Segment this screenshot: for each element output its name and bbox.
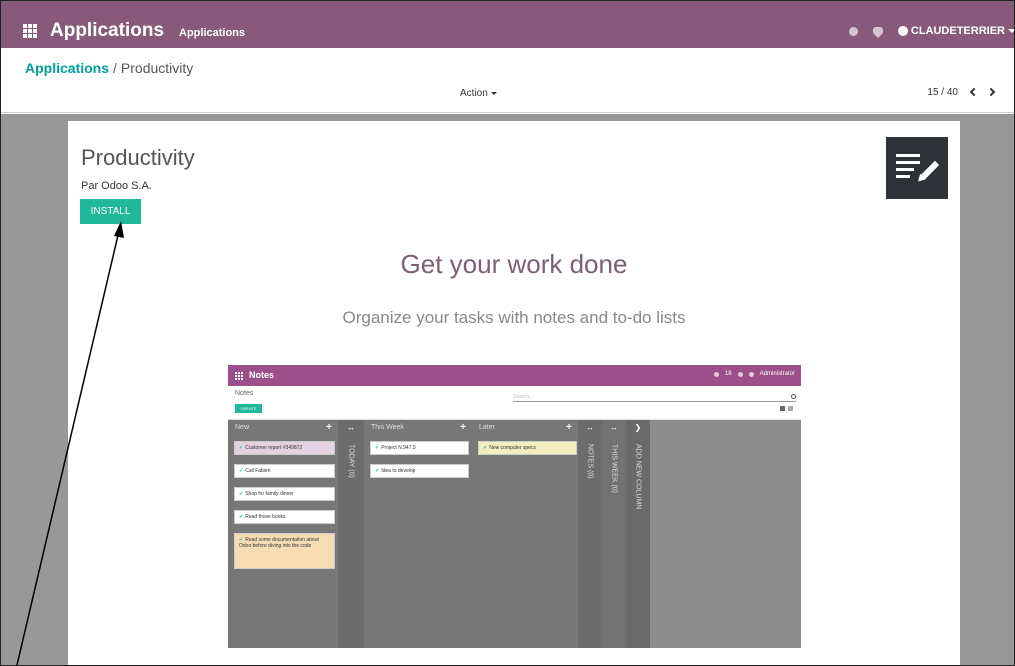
search-icon <box>791 394 796 399</box>
kanban-column-folded: ↔ NOTES (0) <box>578 420 602 648</box>
app-title[interactable]: Applications <box>50 20 164 42</box>
action-dropdown[interactable]: Action <box>460 88 497 99</box>
kanban-card: ✔ New computer specs <box>478 441 577 455</box>
column-title: This Week <box>371 424 404 431</box>
breadcrumb-current: Productivity <box>120 60 194 76</box>
pager-previous-button[interactable] <box>967 86 979 98</box>
module-subheadline: Organize your tasks with notes and to-do… <box>342 308 686 327</box>
kanban-column-new: New + ✔ Customer report #349872 ✔ Call Fab… <box>228 420 338 648</box>
control-panel: Applications / Productivity Action 15 / 40 <box>1 48 1014 113</box>
column-title: THIS WEEK (0) <box>610 444 618 494</box>
expand-arrows-icon: ↔ <box>586 423 594 432</box>
caret-down-icon <box>490 92 497 95</box>
preview-view-switcher <box>780 406 793 411</box>
module-sheet: Productivity Par Odoo S.A. INSTALL Get y… <box>68 121 960 665</box>
module-name: Productivity <box>81 145 195 170</box>
menu-item-applications[interactable]: Applications <box>179 27 245 39</box>
column-title: ADD NEW COLUMN <box>634 444 642 510</box>
systray: CLAUDETERRIER <box>848 20 1014 42</box>
pager-next-button[interactable] <box>986 86 998 98</box>
kanban-column-later: Later + ✔ New computer specs <box>472 420 578 648</box>
preview-navbar: Notes 18 Administrator <box>228 365 801 386</box>
expand-arrows-icon: ↔ <box>347 423 355 432</box>
kanban-card: ✔ Project N.947.5 <box>370 441 469 455</box>
app-window: Applications Applications CLAUDETERRIER … <box>0 0 1015 666</box>
user-avatar[interactable] <box>897 26 908 36</box>
chat-icon[interactable] <box>872 27 883 38</box>
plus-icon: + <box>326 422 332 433</box>
kanban-add-column: ❯ ADD NEW COLUMN <box>626 420 650 648</box>
module-headline: Get your work done <box>400 249 628 279</box>
breadcrumb-applications[interactable]: Applications <box>25 60 109 76</box>
list-view-icon <box>788 406 793 411</box>
preview-breadcrumb: Notes <box>235 390 254 397</box>
chat-icon <box>737 371 743 377</box>
install-button[interactable]: INSTALL <box>80 199 141 224</box>
notes-pencil-icon <box>886 137 948 199</box>
column-title: Later <box>479 424 495 431</box>
kanban-card: ✔ Customer report #349872 <box>234 441 335 455</box>
caret-down-icon[interactable] <box>1008 29 1014 33</box>
kanban-view-icon <box>780 406 785 411</box>
preview-systray: 18 Administrator <box>713 371 795 377</box>
kanban-column-folded: ↔ TODAY (0) <box>338 420 364 648</box>
breadcrumb-separator: / <box>113 60 117 76</box>
preview-control-panel: Notes CREATE Search... <box>228 386 801 420</box>
column-title: New <box>235 424 250 431</box>
column-title: NOTES (0) <box>586 444 594 479</box>
kanban-column-folded: ↔ THIS WEEK (0) <box>602 420 626 648</box>
chevron-right-icon: ❯ <box>634 423 642 432</box>
action-label: Action <box>460 88 488 99</box>
column-title: TODAY (0) <box>347 444 355 478</box>
apps-grid-icon <box>235 372 243 380</box>
preview-create-button: CREATE <box>235 404 262 413</box>
expand-arrows-icon: ↔ <box>610 423 618 432</box>
phone-icon <box>713 371 719 377</box>
notes-preview-screenshot: Notes 18 Administrator Notes CREATE Sear… <box>228 365 801 648</box>
kanban-card: ✔ Shop for family dinner <box>234 487 335 501</box>
preview-search-placeholder: Search... <box>513 394 534 400</box>
kanban-card: ✔ Read some documentation about Odoo befo… <box>234 533 335 569</box>
preview-badge: 18 <box>724 371 732 377</box>
preview-search-input: Search... <box>513 394 796 402</box>
user-menu[interactable]: CLAUDETERRIER <box>911 25 1005 37</box>
speaker-icon <box>748 371 754 377</box>
preview-app-title: Notes <box>249 370 275 380</box>
kanban-card: ✔ Read those books <box>234 510 335 524</box>
breadcrumb: Applications / Productivity <box>25 60 193 76</box>
kanban-column-this-week: This Week + ✔ Project N.947.5 ✔ Idea to de… <box>364 420 472 648</box>
module-author: Par Odoo S.A. <box>81 180 152 192</box>
preview-user: Administrator <box>759 371 795 377</box>
kanban-card: ✔ Idea to develop <box>370 464 469 478</box>
main-navbar: Applications Applications CLAUDETERRIER <box>1 1 1014 48</box>
kanban-empty-area <box>650 420 801 648</box>
apps-grid-icon[interactable] <box>23 24 37 38</box>
pager-value[interactable]: 15 / 40 <box>927 87 958 98</box>
activity-icon[interactable] <box>848 26 858 36</box>
chevron-right-icon <box>986 87 996 97</box>
pager: 15 / 40 <box>927 86 998 98</box>
plus-icon: + <box>460 422 466 433</box>
chevron-left-icon <box>969 87 979 97</box>
plus-icon: + <box>566 422 572 433</box>
kanban-card: ✔ Call Fabien <box>234 464 335 478</box>
